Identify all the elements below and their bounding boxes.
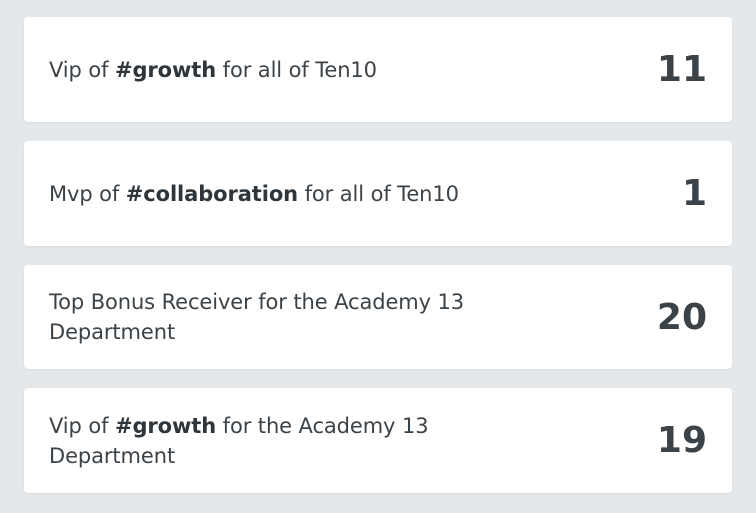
award-description: Vip of #growth for all of Ten10 [49, 55, 377, 85]
award-card: Mvp of #collaboration for all of Ten10 1 [24, 141, 732, 246]
award-prefix: Mvp of [49, 181, 126, 206]
award-description: Mvp of #collaboration for all of Ten10 [49, 179, 459, 209]
award-description: Vip of #growth for the Academy 13 Depart… [49, 411, 519, 471]
award-card: Top Bonus Receiver for the Academy 13 De… [24, 265, 732, 369]
award-card: Vip of #growth for all of Ten10 11 [24, 17, 732, 122]
award-count: 1 [681, 173, 707, 214]
award-suffix: for all of Ten10 [298, 181, 459, 206]
award-hashtag: #growth [114, 57, 217, 82]
award-prefix: Top Bonus Receiver for the Academy 13 De… [49, 290, 465, 344]
award-prefix: Vip of [49, 413, 115, 438]
award-count: 11 [656, 49, 707, 90]
award-hashtag: #growth [114, 413, 217, 438]
award-suffix: for all of Ten10 [216, 57, 377, 82]
award-list: Vip of #growth for all of Ten10 11 Mvp o… [24, 17, 732, 512]
award-count: 20 [656, 296, 707, 338]
award-count: 19 [656, 420, 707, 461]
award-hashtag: #collaboration [125, 181, 299, 206]
award-description: Top Bonus Receiver for the Academy 13 De… [49, 287, 519, 347]
award-card: Vip of #growth for the Academy 13 Depart… [24, 388, 732, 493]
award-prefix: Vip of [49, 57, 115, 82]
